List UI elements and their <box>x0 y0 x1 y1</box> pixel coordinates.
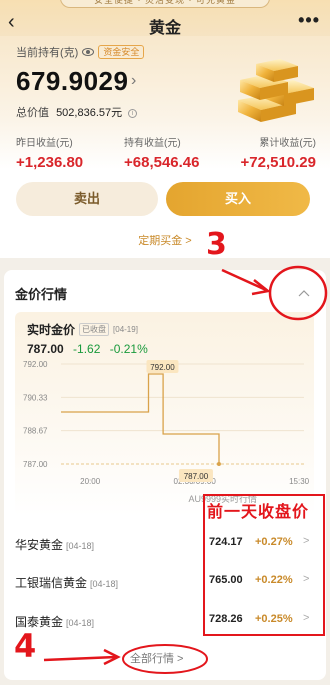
total-value: 502,836.57元 <box>56 107 123 119</box>
chevron-up-icon[interactable] <box>298 286 310 300</box>
product-name-row: 华安黄金 [04-18] <box>15 536 94 553</box>
sell-button[interactable]: 卖出 <box>16 182 158 216</box>
y-tick-label: 790.33 <box>23 393 48 402</box>
holding-label: 当前持有(克) <box>16 47 79 59</box>
stat-cumulative[interactable]: 累计收益(元) +72,510.29 <box>241 134 317 171</box>
callout-high: 792.00 <box>150 363 175 372</box>
buy-button[interactable]: 买入 <box>166 182 310 216</box>
callout-low: 787.00 <box>184 472 209 481</box>
realtime-price-chart[interactable]: 实时金价 已收盘 [04-19] 787.00 -1.62 -0.21% 792… <box>15 312 314 516</box>
realtime-label: 实时金价 <box>27 323 76 337</box>
holding-card: 当前持有(克) 资金安全 679.9029 › 总价值 502,836.57元 … <box>0 36 330 258</box>
product-name: 工银瑞信黄金 <box>15 576 88 590</box>
realtime-label-row: 实时金价 已收盘 [04-19] <box>27 321 138 338</box>
stat-label: 持有收益(元) <box>124 138 181 149</box>
x-tick-label: 15:30 <box>289 477 310 486</box>
regular-buy-link[interactable]: 定期买金 > <box>0 232 330 248</box>
product-date: [04-18] <box>90 579 119 589</box>
gold-bars-illustration <box>238 59 314 122</box>
product-name: 华安黄金 <box>15 538 64 552</box>
price-change: -1.62 <box>73 342 101 356</box>
stat-label: 累计收益(元) <box>259 138 316 149</box>
last-point <box>216 462 221 466</box>
current-price: 787.00 <box>27 342 64 356</box>
info-icon[interactable]: i <box>128 108 138 118</box>
promo-banner: 安全便捷 · 灵活变现 · 可兑黄金 <box>60 0 270 8</box>
total-value-label: 总价值 <box>16 107 49 119</box>
line-chart: 792.00790.33788.67787.0020:0002:30/09:00… <box>23 360 310 504</box>
holding-amount[interactable]: 679.9029 <box>16 66 128 97</box>
market-title: 金价行情 <box>15 287 68 302</box>
annotation-step-4: 4 <box>14 627 37 665</box>
page-title: 黄金 <box>148 20 181 37</box>
stat-value: +68,546.46 <box>124 154 200 171</box>
stat-value: +72,510.29 <box>240 154 317 171</box>
x-tick-label: 20:00 <box>80 477 101 486</box>
realtime-date: [04-19] <box>113 325 138 334</box>
price-series-line <box>61 373 220 464</box>
fund-safety-badge[interactable]: 资金安全 <box>98 45 145 59</box>
stat-label: 昨日收益(元) <box>16 138 73 149</box>
stat-yesterday[interactable]: 昨日收益(元) +1,236.80 <box>16 134 83 171</box>
stat-value: +1,236.80 <box>16 154 84 171</box>
y-tick-label: 792.00 <box>23 360 48 369</box>
earnings-stats: 昨日收益(元) +1,236.80 持有收益(元) +68,546.46 累计收… <box>16 134 316 174</box>
stat-holding[interactable]: 持有收益(元) +68,546.46 <box>124 134 200 171</box>
all-market-link[interactable]: 全部行情 > <box>130 650 183 666</box>
product-name-row: 工银瑞信黄金 [04-18] <box>15 574 118 591</box>
holding-label-row: 当前持有(克) 资金安全 <box>16 44 145 60</box>
y-tick-label: 788.67 <box>23 427 48 436</box>
price-change-pct: -0.21% <box>109 342 148 356</box>
annotation-step-3: 3 <box>206 227 227 262</box>
y-tick-label: 787.00 <box>23 460 48 469</box>
chevron-right-icon[interactable]: › <box>131 72 136 90</box>
total-value-row: 总价值 502,836.57元 i <box>16 104 138 120</box>
closed-badge: 已收盘 <box>79 323 110 336</box>
more-icon[interactable]: ••• <box>298 10 320 31</box>
annotation-prev-close: 前一天收盘价 <box>207 504 310 521</box>
product-date: [04-18] <box>66 618 95 628</box>
product-date: [04-18] <box>66 541 95 551</box>
eye-icon[interactable] <box>82 48 95 56</box>
price-line: 787.00 -1.62 -0.21% <box>27 342 148 356</box>
